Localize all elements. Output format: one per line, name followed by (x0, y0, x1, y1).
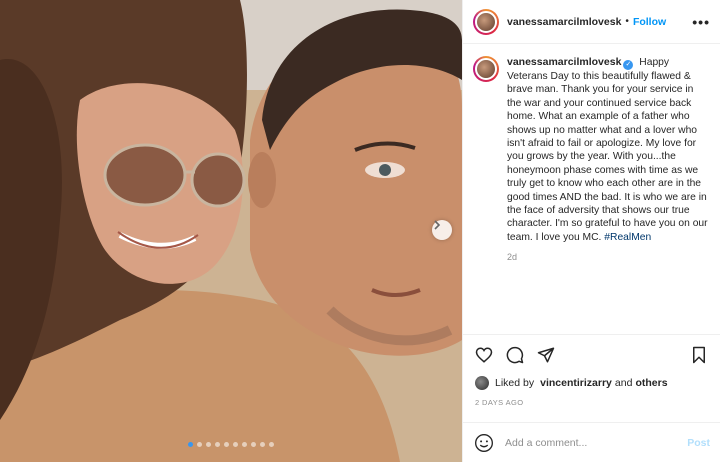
bookmark-icon (693, 346, 705, 363)
post-photo[interactable] (0, 0, 462, 462)
carousel-dot (269, 442, 274, 447)
verified-badge-icon: ✓ (623, 60, 634, 70)
carousel-indicator (0, 442, 462, 447)
photo-illustration (0, 0, 462, 462)
action-bar (463, 334, 720, 374)
post-timestamp[interactable]: 2 DAYS AGO (475, 398, 523, 407)
liker-avatar[interactable] (475, 376, 489, 390)
avatar[interactable] (473, 8, 499, 35)
post-comment-button[interactable]: Post (687, 437, 710, 449)
caption-avatar[interactable] (473, 56, 499, 82)
header-username[interactable]: vanessamarcilmlovesk (507, 16, 621, 28)
caption-text: Happy Veterans Day to this beautifully f… (507, 57, 708, 243)
header-separator: • (625, 16, 629, 27)
carousel-dot (242, 442, 247, 447)
liked-by-others-link[interactable]: others (635, 377, 667, 389)
carousel-dot (251, 442, 256, 447)
carousel-dot (215, 442, 220, 447)
post-side-panel: vanessamarcilmlovesk • Follow ••• vaness… (462, 0, 720, 462)
carousel-dot (188, 442, 193, 447)
carousel-dot (197, 442, 202, 447)
share-button[interactable] (535, 344, 557, 366)
comment-input[interactable] (505, 436, 688, 449)
comment-bar: Post (463, 422, 720, 462)
comment-icon (506, 346, 524, 363)
share-icon (537, 347, 555, 362)
like-button[interactable] (473, 344, 495, 366)
carousel-dot (206, 442, 211, 447)
carousel-dot (224, 442, 229, 447)
chevron-right-icon (434, 220, 441, 230)
liked-by-and: and (614, 377, 633, 389)
caption-row: vanessamarcilmlovesk ✓ Happy Veterans Day… (473, 56, 710, 244)
carousel-dot (260, 442, 265, 447)
comments-area: vanessamarcilmlovesk ✓ Happy Veterans Day… (473, 56, 710, 326)
caption-username[interactable]: vanessamarcilmlovesk (507, 56, 621, 68)
emoji-button[interactable] (473, 432, 495, 454)
comment-button[interactable] (504, 344, 526, 366)
liked-by-prefix: Liked by (495, 377, 535, 389)
caption: vanessamarcilmlovesk ✓ Happy Veterans Day… (507, 56, 710, 244)
caption-age: 2d (507, 252, 518, 263)
follow-button[interactable]: Follow (633, 16, 666, 28)
hashtag-link[interactable]: #RealMen (604, 232, 651, 243)
more-options-icon[interactable]: ••• (692, 14, 710, 30)
save-button[interactable] (688, 344, 710, 366)
likes-summary: Liked by vincentirizarry and others (475, 376, 668, 390)
liked-by-user-link[interactable]: vincentirizarry (540, 377, 612, 389)
carousel-dot (233, 442, 238, 447)
emoji-icon (475, 433, 493, 452)
next-slide-button[interactable] (432, 220, 452, 240)
avatar-image (475, 58, 497, 80)
heart-icon (475, 346, 493, 363)
post-header: vanessamarcilmlovesk • Follow ••• (463, 0, 720, 44)
avatar-image (475, 10, 497, 33)
